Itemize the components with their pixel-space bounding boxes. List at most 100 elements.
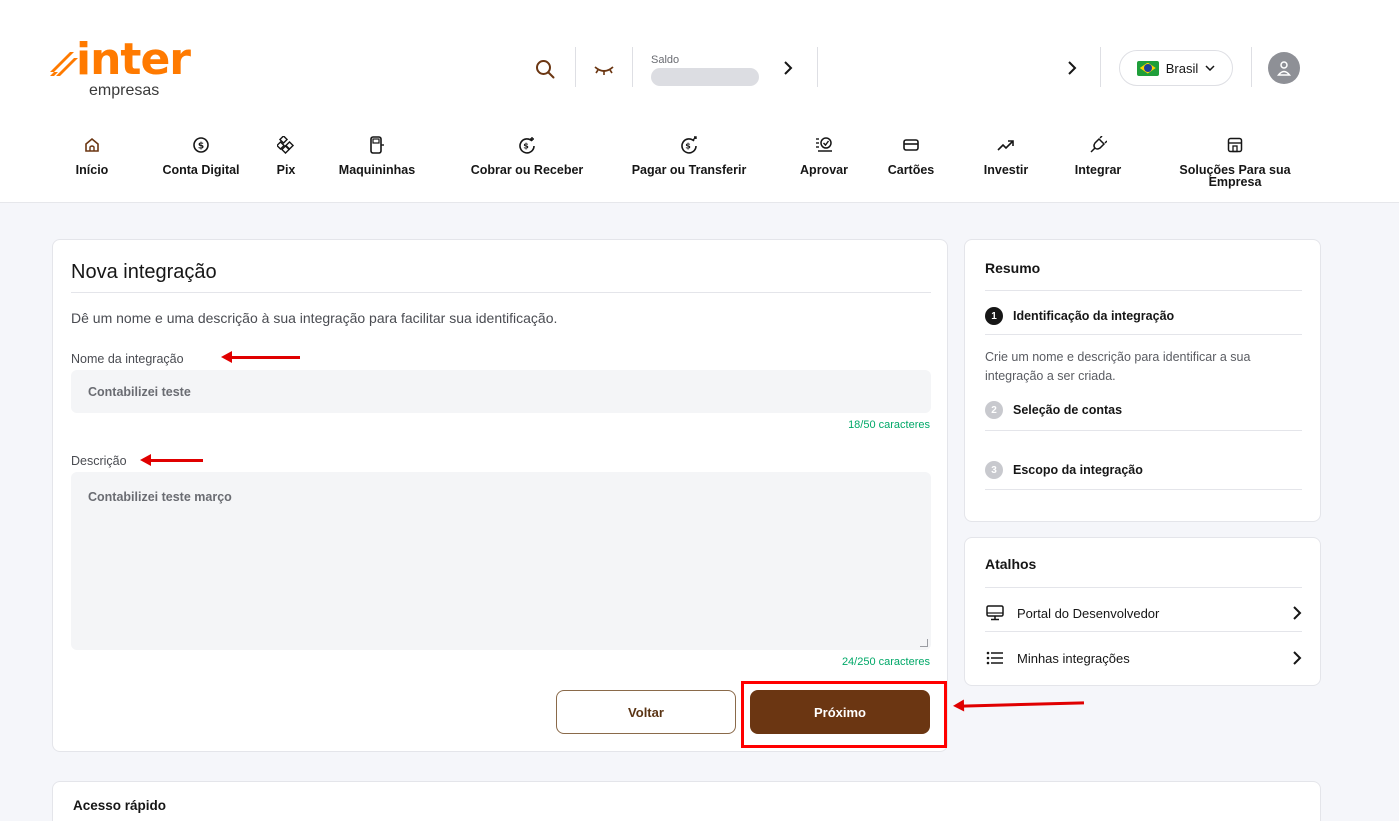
nav-item-maquininhas[interactable]: Maquininhas [329, 135, 425, 176]
step-item-1: 1 Identificação da integração [985, 307, 1174, 325]
home-icon [82, 135, 102, 155]
shortcut-my-integrations[interactable]: Minhas integrações [985, 646, 1302, 670]
resize-handle[interactable] [920, 639, 928, 647]
integration-name-input[interactable] [71, 370, 931, 413]
step-label: Identificação da integração [1013, 309, 1175, 323]
shortcut-label: Minhas integrações [1017, 650, 1130, 666]
card-machine-icon [367, 135, 387, 155]
summary-title: Resumo [985, 260, 1041, 276]
quick-access-title: Acesso rápido [73, 798, 167, 813]
divider [985, 587, 1302, 588]
list-icon [985, 648, 1005, 668]
logo-stripes-icon [50, 52, 78, 76]
monitor-icon [985, 603, 1005, 623]
nav-item-investir[interactable]: Investir [980, 135, 1032, 176]
step-label: Seleção de contas [1013, 403, 1123, 417]
dollar-circle-icon: $ [191, 135, 211, 155]
description-value: Contabilizei teste março [88, 490, 232, 504]
step-number: 3 [985, 461, 1003, 479]
divider [985, 334, 1302, 335]
user-icon [1277, 61, 1291, 76]
logo-subtitle: empresas [89, 82, 160, 99]
nav-label: Aprovar [800, 163, 848, 177]
search-icon [536, 60, 555, 79]
nav-label: Conta Digital [162, 163, 240, 177]
plug-icon [1088, 135, 1108, 155]
step-number: 2 [985, 401, 1003, 419]
step-item-3: 3 Escopo da integração [985, 461, 1143, 479]
new-integration-card: Nova integração Dê um nome e uma descriç… [52, 239, 948, 752]
nav-item-inicio[interactable]: Início [72, 135, 112, 176]
card-icon [901, 135, 921, 155]
annotation-highlight-box [741, 681, 947, 748]
hide-balance-button[interactable] [592, 60, 616, 80]
expand-button[interactable] [1064, 58, 1080, 78]
annotation-arrow [961, 701, 1085, 708]
eye-closed-icon [594, 66, 614, 75]
logo-wordmark: inter [76, 34, 191, 85]
form-intro-text: Dê um nome e uma descrição à sua integra… [71, 310, 558, 326]
nav-item-conta-digital[interactable]: $ Conta Digital [162, 135, 240, 176]
nav-item-cartoes[interactable]: Cartões [883, 135, 939, 176]
nav-item-pix[interactable]: Pix [271, 135, 301, 176]
nav-label: Início [75, 163, 109, 177]
description-textarea[interactable]: Contabilizei teste março [71, 472, 931, 650]
pay-money-icon: $ [679, 135, 699, 155]
svg-text:$: $ [198, 142, 204, 152]
balance-hidden-placeholder [651, 68, 759, 86]
chevron-right-icon [1292, 605, 1302, 621]
nav-label: Soluções Para sua Empresa [1179, 163, 1291, 189]
step-description: Crie um nome e descrição para identifica… [985, 350, 1251, 383]
country-selector[interactable]: Brasil [1119, 50, 1233, 86]
back-button[interactable]: Voltar [556, 690, 736, 734]
chevron-down-icon [1205, 65, 1215, 71]
chevron-right-icon [1068, 61, 1077, 75]
page-title: Nova integração [71, 261, 217, 283]
divider [817, 47, 818, 87]
header: inter empresas Saldo Brasil Início $ Con… [0, 0, 1399, 203]
integration-name-label: Nome da integração [71, 352, 184, 366]
nav-label: Pagar ou Transferir [631, 163, 747, 177]
description-char-counter: 24/250 caracteres [841, 656, 930, 668]
divider [1251, 47, 1252, 87]
nav-item-integrar[interactable]: Integrar [1070, 135, 1126, 176]
divider [985, 631, 1302, 632]
nav-item-solucoes[interactable]: Soluções Para sua Empresa [1175, 135, 1295, 188]
nav-label: Investir [983, 163, 1029, 177]
nav-item-pagar-transferir[interactable]: $ Pagar ou Transferir [624, 135, 754, 176]
shortcut-label: Portal do Desenvolvedor [1017, 605, 1160, 621]
svg-text:$: $ [685, 142, 691, 151]
search-button[interactable] [534, 58, 556, 80]
annotation-arrow [221, 351, 300, 363]
summary-card: Resumo 1 Identificação da integração Cri… [964, 239, 1321, 522]
divider [71, 292, 931, 293]
balance-details-button[interactable] [780, 58, 796, 78]
annotation-arrow [140, 454, 203, 466]
nav-label: Integrar [1074, 163, 1122, 177]
quick-access-card: Acesso rápido [52, 781, 1321, 821]
divider [985, 290, 1302, 291]
trend-up-icon [996, 135, 1016, 155]
nav-item-cobrar-receber[interactable]: $ Cobrar ou Receber [465, 135, 589, 176]
nav-label: Maquininhas [338, 163, 416, 177]
shortcut-developer-portal[interactable]: Portal do Desenvolvedor [985, 601, 1302, 625]
divider [1100, 47, 1101, 87]
description-label: Descrição [71, 454, 127, 468]
nav-label: Cobrar ou Receber [470, 163, 584, 177]
pix-icon [276, 135, 296, 155]
country-label: Brasil [1165, 60, 1199, 76]
shortcuts-title: Atalhos [985, 556, 1037, 572]
step-number: 1 [985, 307, 1003, 325]
store-icon [1225, 135, 1245, 155]
step-label: Escopo da integração [1013, 463, 1143, 477]
balance-label: Saldo [651, 54, 680, 66]
step-item-2: 2 Seleção de contas [985, 401, 1122, 419]
nav-label: Cartões [887, 163, 935, 177]
nav-item-aprovar[interactable]: Aprovar [794, 135, 854, 176]
avatar[interactable] [1268, 52, 1300, 84]
inter-logo[interactable]: inter empresas [50, 38, 191, 104]
divider [632, 47, 633, 87]
receive-money-icon: $ [517, 135, 537, 155]
svg-text:$: $ [523, 142, 529, 151]
divider [985, 430, 1302, 431]
